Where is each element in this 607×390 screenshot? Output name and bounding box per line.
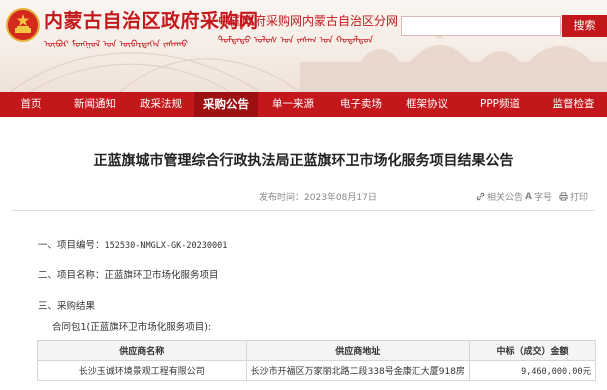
procurement-result-heading: 三、采购结果 [38, 301, 96, 312]
main-nav: 首页 新闻通知 政采法规 采购公告 单一来源 电子卖场 框架协议 PPP频道 监… [0, 92, 607, 117]
supplier-address-cell: 长沙市开福区万家丽北路二段338号金康汇大厦918房 [245, 360, 470, 381]
publish-label: 发布时间： [259, 193, 305, 203]
page-title: 正蓝旗城市管理综合行政执法局正蓝旗环卫市场化服务项目结果公告 [93, 153, 514, 169]
project-name: 二、项目名称：正蓝旗环卫市场化服务项目 [38, 267, 219, 281]
mongolian-site-name: ᠦᠪᠦᠷ ᠮᠣᠩᠭᠣᠯ ᠤᠨ ᠥᠪᠡᠷᠲᠡᠭᠡᠨ ᠵᠠᠰᠠᠬᠤ [44, 40, 188, 50]
project-name-value: 正蓝旗环卫市场化服务项目 [104, 270, 219, 281]
header-bid-amount: 中标（成交）金额 [468, 340, 597, 361]
supplier-name-cell: 长沙玉诚环境景观工程有限公司 [37, 360, 247, 381]
font-size-button[interactable]: A 字号 [525, 190, 552, 204]
nav-item-procurement-notices[interactable]: 采购公告 [194, 92, 258, 117]
search-input[interactable] [401, 16, 561, 36]
nav-item-single-source[interactable]: 单一来源 [258, 92, 328, 117]
header-supplier-name: 供应商名称 [37, 340, 247, 361]
project-number-value: 152530-NMGLX-GK-20230001 [104, 241, 228, 251]
title-divider [12, 210, 595, 211]
nav-item-framework-agreement[interactable]: 框架协议 [394, 92, 460, 117]
font-size-icon: A [525, 191, 532, 202]
mongolian-site-subtitle: ᠳᠤᠮᠳᠠᠳᠤ ᠣᠯᠣᠰ ᠤᠨ ᠵᠠᠰᠠᠭ ᠤᠨ ᠬᠤᠳᠠᠯᠳᠤᠨ [218, 36, 374, 46]
contract-package-label: 合同包1(正蓝旗环卫市场化服务项目): [52, 322, 212, 333]
project-number-label: 一、项目编号： [38, 240, 105, 251]
nav-item-news[interactable]: 新闻通知 [62, 92, 128, 117]
project-name-label: 二、项目名称： [38, 270, 105, 281]
related-notices-label: 相关公告 [487, 193, 524, 203]
national-emblem-icon [6, 8, 40, 42]
site-header: 内蒙古自治区政府采购网 中国政府采购网内蒙古自治区分网 ᠦᠪᠦᠷ ᠮᠣᠩᠭᠣᠯ … [0, 0, 607, 92]
nav-item-ppp[interactable]: PPP频道 [460, 92, 540, 117]
link-icon [476, 192, 485, 201]
article-meta: 发布时间：2023年08月17日 相关公告 A 字号 打印 [0, 190, 607, 204]
nav-item-regulations[interactable]: 政采法规 [128, 92, 194, 117]
print-icon [559, 192, 568, 201]
result-table: 供应商名称 供应商地址 中标（成交）金额 长沙玉诚环境景观工程有限公司 长沙市开… [37, 340, 597, 381]
print-label: 打印 [570, 193, 589, 203]
bid-amount-cell: 9,460,000.00元 [468, 360, 597, 381]
nav-item-home[interactable]: 首页 [0, 92, 62, 117]
related-notices-link[interactable]: 相关公告 [476, 190, 523, 203]
project-number: 一、项目编号：152530-NMGLX-GK-20230001 [38, 237, 227, 251]
site-subtitle: 中国政府采购网内蒙古自治区分网 [218, 14, 399, 28]
publish-time: 发布时间：2023年08月17日 [259, 190, 377, 203]
search-button[interactable]: 搜索 [562, 15, 607, 37]
header-supplier-address: 供应商地址 [245, 340, 470, 361]
nav-item-supervision[interactable]: 监督检查 [540, 92, 607, 117]
table-header-row: 供应商名称 供应商地址 中标（成交）金额 [37, 340, 597, 361]
publish-date: 2023年08月17日 [304, 193, 377, 203]
table-row: 长沙玉诚环境景观工程有限公司 长沙市开福区万家丽北路二段338号金康汇大厦918… [37, 360, 597, 381]
print-button[interactable]: 打印 [559, 190, 588, 203]
font-size-label: 字号 [533, 193, 552, 203]
nav-item-e-mall[interactable]: 电子卖场 [328, 92, 394, 117]
